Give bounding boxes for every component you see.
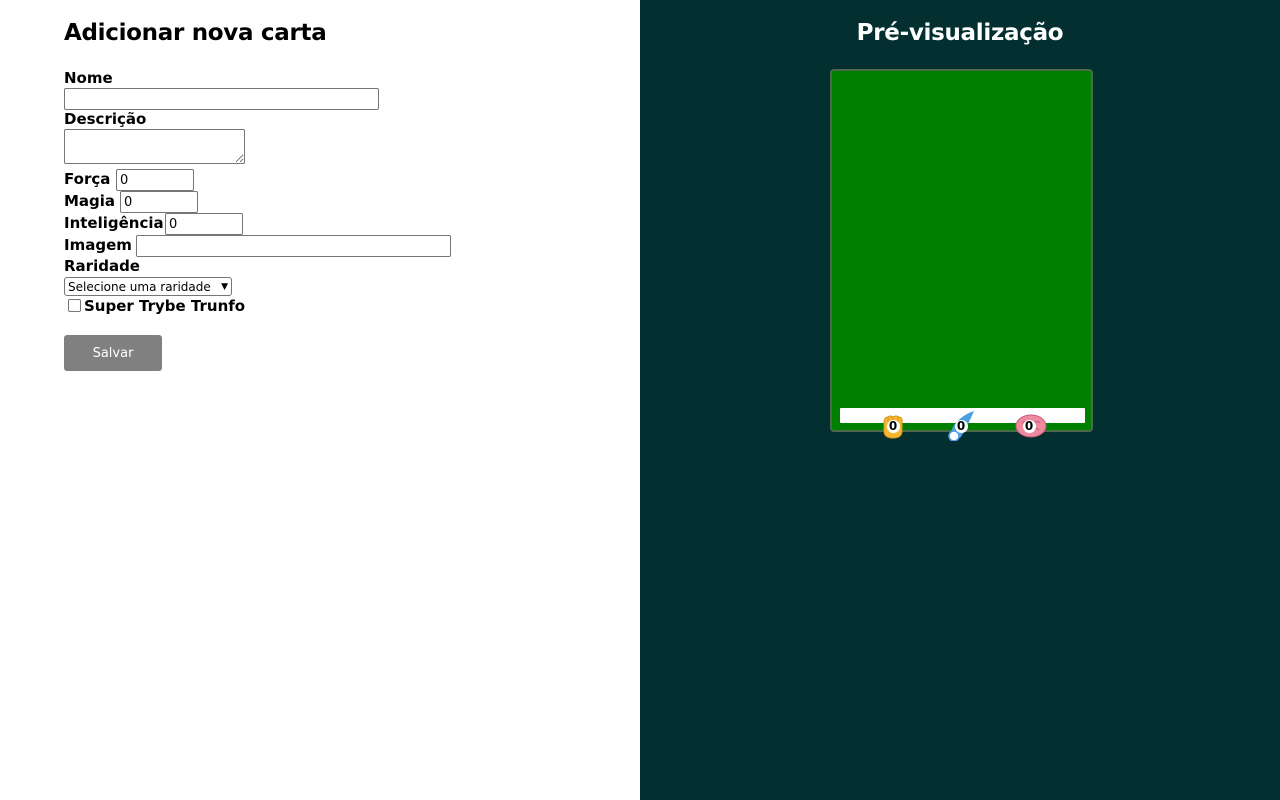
description-label: Descrição	[64, 110, 147, 128]
magic-value: 0	[954, 419, 968, 433]
save-button[interactable]: Salvar	[64, 335, 162, 371]
super-trunfo-label: Super Trybe Trunfo	[84, 297, 246, 315]
image-input[interactable]	[136, 235, 451, 257]
super-trunfo-checkbox[interactable]	[68, 299, 81, 312]
name-label: Nome	[64, 69, 113, 87]
magic-stat: 0	[946, 411, 976, 441]
image-label: Imagem	[64, 236, 132, 254]
magic-label: Magia	[64, 192, 116, 210]
intelligence-value: 0	[1022, 419, 1036, 433]
description-textarea[interactable]	[64, 129, 245, 164]
magic-input[interactable]	[120, 191, 198, 213]
rarity-label: Raridade	[64, 257, 140, 275]
card-form: Adicionar nova carta Nome Descrição Forç…	[0, 0, 640, 800]
strength-label: Força	[64, 170, 111, 188]
preview-panel: Pré-visualização 0 0 0	[640, 0, 1280, 800]
name-input[interactable]	[64, 88, 379, 110]
form-title: Adicionar nova carta	[64, 20, 327, 46]
chevron-down-icon: ▼	[221, 281, 228, 292]
preview-title: Pré-visualização	[856, 20, 1064, 46]
strength-value: 0	[886, 419, 900, 433]
rarity-select[interactable]: Selecione uma raridade ▼	[64, 277, 232, 296]
card-preview: 0 0 0	[830, 69, 1093, 441]
strength-stat: 0	[878, 411, 908, 441]
rarity-select-value: Selecione uma raridade	[68, 279, 211, 294]
strength-input[interactable]	[116, 169, 194, 191]
intelligence-input[interactable]	[165, 213, 243, 235]
intelligence-label: Inteligência	[64, 214, 164, 232]
intelligence-stat: 0	[1014, 411, 1047, 441]
